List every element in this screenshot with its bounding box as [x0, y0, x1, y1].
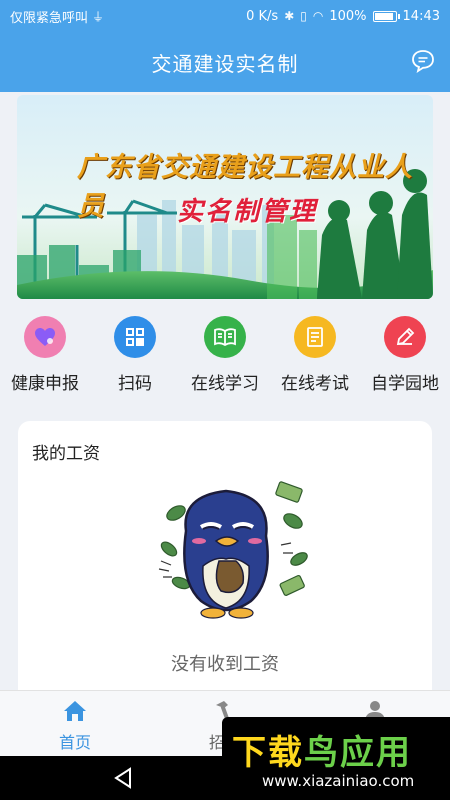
book-icon	[204, 316, 246, 358]
quick-label: 在线学习	[191, 374, 259, 394]
banner[interactable]: 广东省交通建设工程从业人员 实名制管理	[17, 95, 433, 299]
penguin-illustration	[158, 481, 308, 619]
tab-label: 首页	[58, 733, 91, 752]
quick-label: 在线考试	[281, 374, 349, 394]
net-speed: 0 K/s	[246, 8, 279, 24]
page-title: 交通建设实名制	[151, 51, 299, 76]
usb-icon: ⏚	[92, 9, 105, 24]
salary-card-title: 我的工资	[32, 444, 100, 464]
pencil-icon	[384, 316, 426, 358]
back-triangle-icon[interactable]	[112, 766, 134, 790]
status-bar: 仅限紧急呼叫 ⏚ 0 K/s ✱ ▯ ◠ 100% 14:43	[0, 0, 450, 32]
watermark: 下载鸟应用 www.xiazainiao.com	[222, 717, 450, 800]
quick-online-study[interactable]: 在线学习	[180, 312, 270, 402]
chat-bubble-icon[interactable]	[410, 48, 436, 74]
quick-label: 健康申报	[11, 374, 79, 394]
qr-scan-icon	[114, 316, 156, 358]
salary-empty-text: 没有收到工资	[171, 654, 279, 675]
quick-scan[interactable]: 扫码	[90, 312, 180, 402]
vibrate-icon: ▯	[300, 9, 307, 23]
exam-paper-icon	[294, 316, 336, 358]
app-header: 交通建设实名制	[0, 32, 450, 92]
quick-self-study[interactable]: 自学园地	[360, 312, 450, 402]
home-icon	[64, 701, 86, 721]
quick-actions: 健康申报 扫码 在线学习 在线考试 自学园地	[0, 312, 450, 402]
battery-percent: 100%	[329, 8, 367, 24]
banner-subheadline: 实名制管理	[177, 197, 318, 227]
clock: 14:43	[402, 8, 440, 24]
battery-icon	[372, 10, 400, 22]
wifi-icon: ◠	[312, 9, 324, 23]
salary-card: 我的工资 没有收到工资	[18, 421, 432, 721]
heart-icon	[24, 316, 66, 358]
watermark-url: www.xiazainiao.com	[262, 772, 415, 790]
tab-home[interactable]: 首页	[0, 691, 150, 756]
quick-health-report[interactable]: 健康申报	[0, 312, 90, 402]
carrier-text: 仅限紧急呼叫	[10, 10, 89, 26]
quick-label: 自学园地	[371, 374, 439, 394]
quick-online-exam[interactable]: 在线考试	[270, 312, 360, 402]
quick-label: 扫码	[118, 374, 152, 394]
bluetooth-icon: ✱	[284, 9, 295, 23]
watermark-brand: 下载鸟应用	[232, 733, 412, 773]
